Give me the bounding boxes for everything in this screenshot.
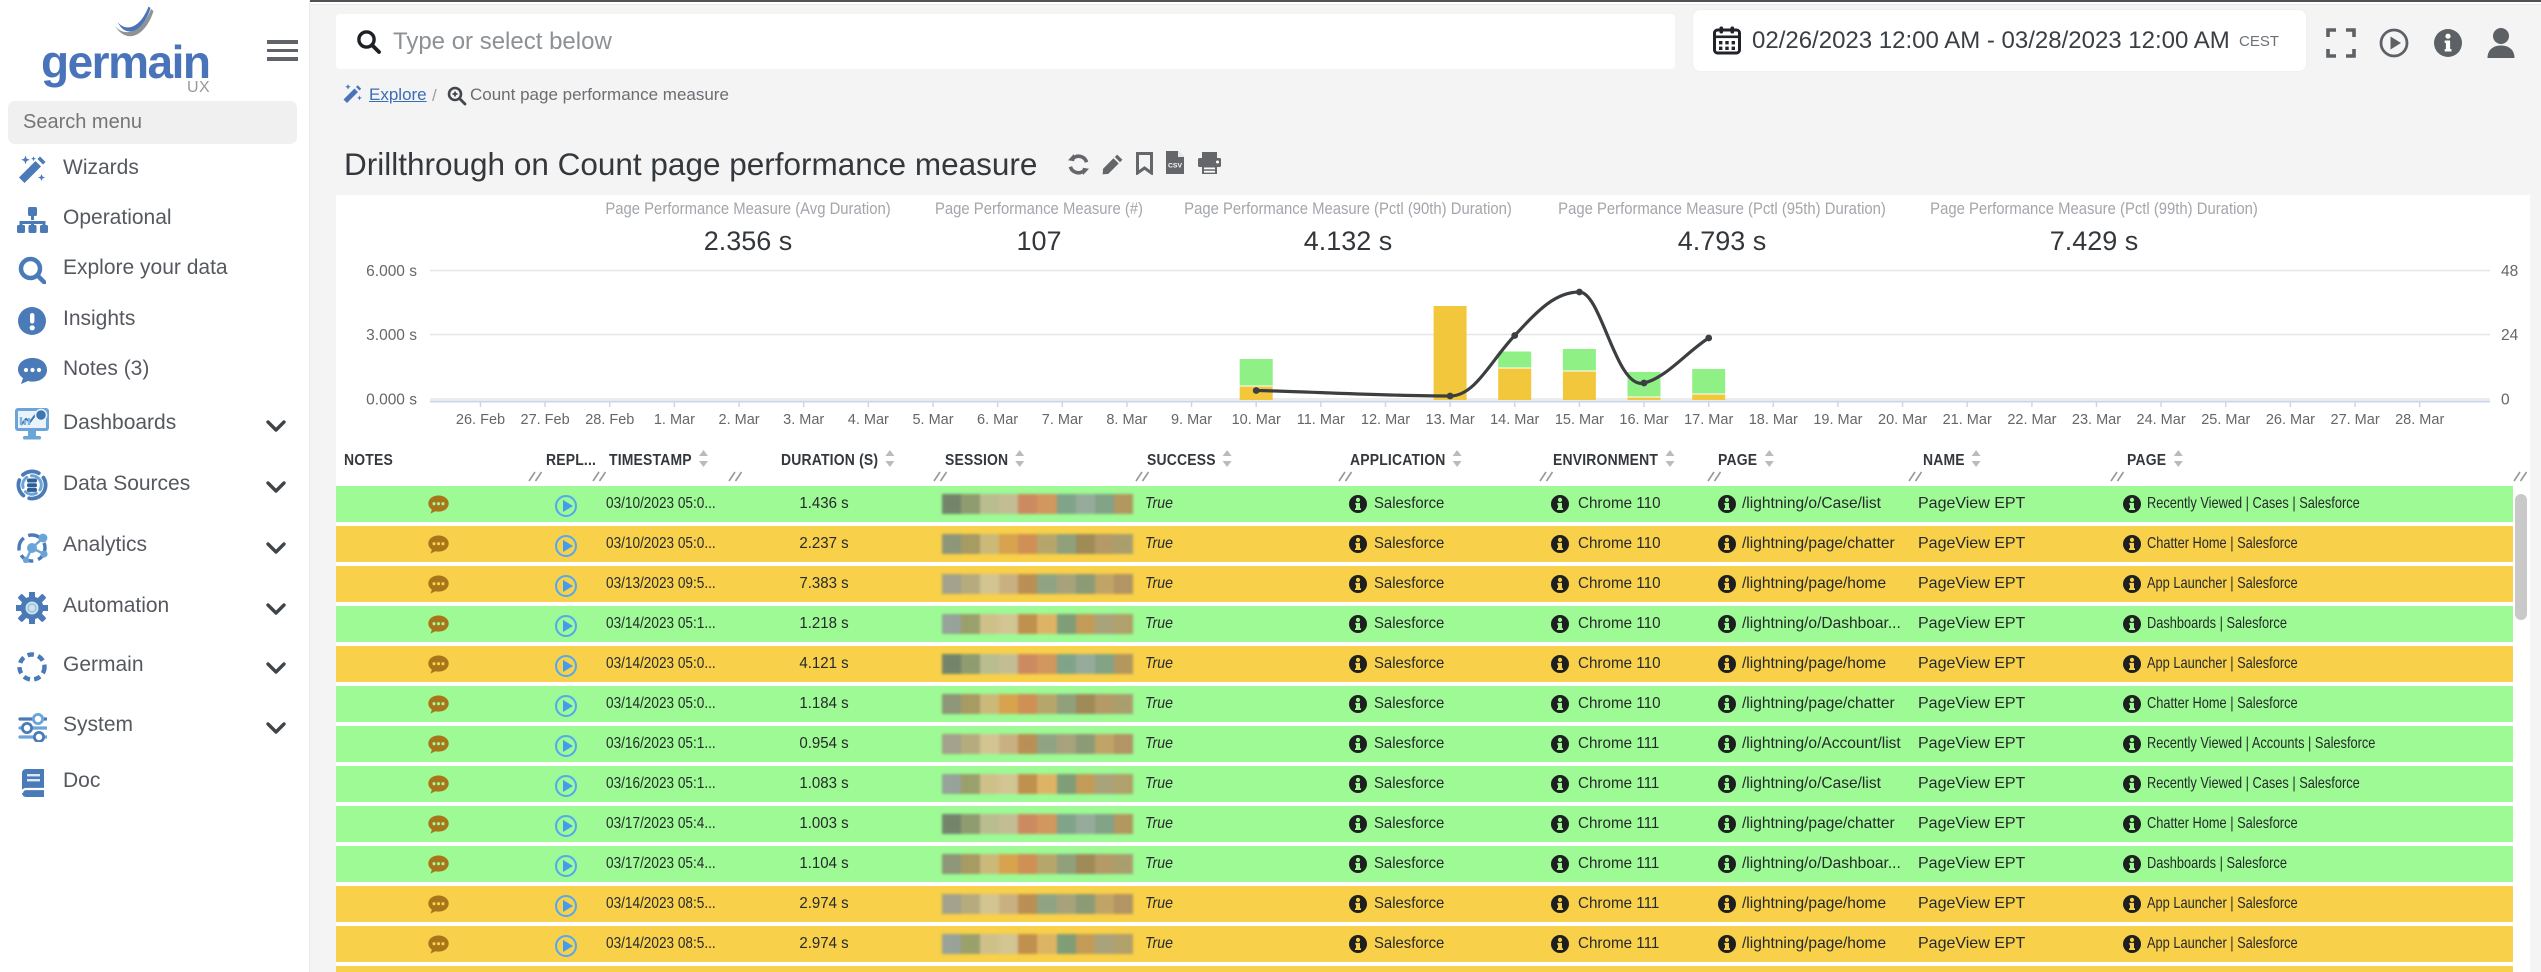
svg-text:6. Mar: 6. Mar: [977, 412, 1018, 428]
svg-text:5. Mar: 5. Mar: [912, 412, 953, 428]
svg-text:0: 0: [2501, 392, 2510, 409]
svg-text:18. Mar: 18. Mar: [1749, 412, 1798, 428]
svg-text:CSV: CSV: [1168, 163, 1182, 170]
svg-text:14. Mar: 14. Mar: [1490, 412, 1539, 428]
svg-text:48: 48: [2501, 263, 2518, 280]
svg-text:26. Mar: 26. Mar: [2266, 412, 2315, 428]
svg-text:25. Mar: 25. Mar: [2201, 412, 2250, 428]
svg-text:4. Mar: 4. Mar: [848, 412, 889, 428]
svg-text:UX: UX: [187, 79, 210, 96]
svg-text:6.000 s: 6.000 s: [366, 263, 417, 280]
svg-text:7. Mar: 7. Mar: [1042, 412, 1083, 428]
svg-text:15. Mar: 15. Mar: [1555, 412, 1604, 428]
svg-text:0.000 s: 0.000 s: [366, 392, 417, 409]
svg-text:20. Mar: 20. Mar: [1878, 412, 1927, 428]
svg-text:26. Feb: 26. Feb: [456, 412, 505, 428]
svg-text:19. Mar: 19. Mar: [1813, 412, 1862, 428]
svg-text:3.000 s: 3.000 s: [366, 327, 417, 344]
svg-text:27. Mar: 27. Mar: [2331, 412, 2380, 428]
svg-text:21. Mar: 21. Mar: [1943, 412, 1992, 428]
svg-text:16. Mar: 16. Mar: [1619, 412, 1668, 428]
svg-text:24: 24: [2501, 327, 2519, 344]
svg-text:24. Mar: 24. Mar: [2137, 412, 2186, 428]
svg-text:23. Mar: 23. Mar: [2072, 412, 2121, 428]
svg-text:12. Mar: 12. Mar: [1361, 412, 1410, 428]
svg-text:17. Mar: 17. Mar: [1684, 412, 1733, 428]
svg-text:2. Mar: 2. Mar: [719, 412, 760, 428]
svg-text:28. Mar: 28. Mar: [2395, 412, 2444, 428]
svg-text:11. Mar: 11. Mar: [1297, 412, 1345, 428]
svg-text:10. Mar: 10. Mar: [1232, 412, 1281, 428]
svg-text:germain: germain: [41, 36, 209, 88]
svg-text:1. Mar: 1. Mar: [654, 412, 695, 428]
svg-text:13. Mar: 13. Mar: [1426, 412, 1475, 428]
svg-text:9. Mar: 9. Mar: [1171, 412, 1212, 428]
svg-text:3. Mar: 3. Mar: [783, 412, 824, 428]
svg-text:28. Feb: 28. Feb: [585, 412, 634, 428]
svg-text:27. Feb: 27. Feb: [521, 412, 570, 428]
svg-text:8. Mar: 8. Mar: [1106, 412, 1147, 428]
svg-text:22. Mar: 22. Mar: [2007, 412, 2056, 428]
